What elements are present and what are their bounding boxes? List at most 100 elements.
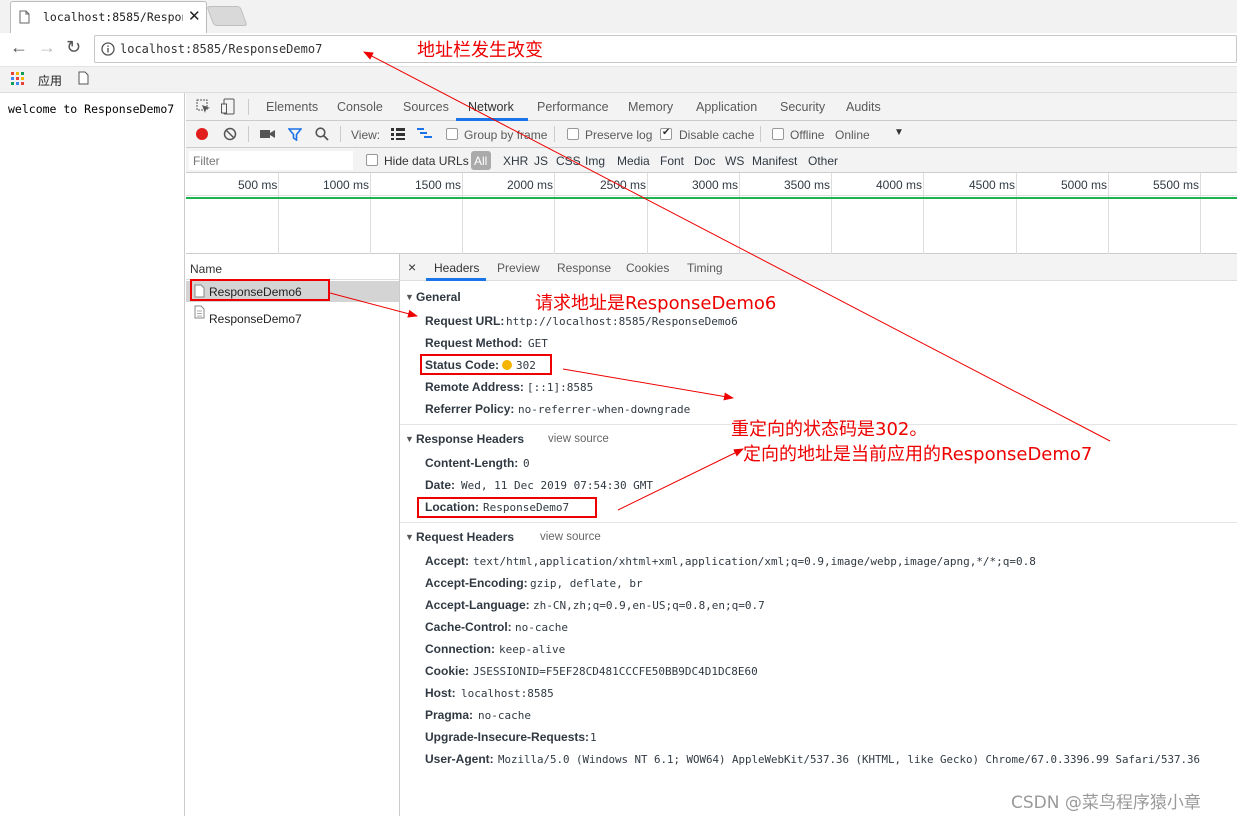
general-section-title[interactable]: General <box>416 290 461 304</box>
divider <box>554 126 555 142</box>
checkmark-icon: ✔ <box>662 127 671 138</box>
tab-response[interactable]: Response <box>557 261 611 275</box>
name-header: Name <box>190 262 223 276</box>
info-icon[interactable] <box>101 42 115 56</box>
tab-memory[interactable]: Memory <box>628 100 673 114</box>
filter-media[interactable]: Media <box>617 154 650 168</box>
tab-elements[interactable]: Elements <box>266 100 318 114</box>
annotation-address-changed: 地址栏发生改变 <box>417 40 543 61</box>
requests-list: Name ResponseDemo6 ResponseDemo7 <box>186 254 400 816</box>
search-icon[interactable] <box>315 127 329 141</box>
forward-arrow-icon[interactable]: → <box>38 37 56 58</box>
hide-data-urls-checkbox[interactable] <box>366 154 378 166</box>
list-item[interactable]: ResponseDemo7 <box>186 302 399 326</box>
view-source-link[interactable]: view source <box>540 531 601 543</box>
camera-icon[interactable] <box>260 128 275 140</box>
filter-img[interactable]: Img <box>585 154 605 168</box>
throttling-select[interactable]: Online <box>835 128 870 142</box>
filter-font[interactable]: Font <box>660 154 684 168</box>
filter-funnel-icon[interactable] <box>288 127 302 141</box>
gridline <box>1108 173 1109 254</box>
detail-tabbar: × Headers Preview Response Cookies Timin… <box>400 254 1237 281</box>
triangle-down-icon[interactable]: ▼ <box>405 434 414 444</box>
timeline-tick: 3500 ms <box>784 178 831 192</box>
gridline <box>647 173 648 254</box>
tab-application[interactable]: Application <box>696 100 757 114</box>
filter-other[interactable]: Other <box>808 154 838 168</box>
waterfall-icon[interactable] <box>417 128 433 140</box>
clear-icon[interactable] <box>223 127 237 141</box>
filter-input[interactable] <box>189 151 353 170</box>
preserve-log-checkbox[interactable] <box>567 128 579 140</box>
triangle-down-icon[interactable]: ▼ <box>405 292 414 302</box>
response-headers-title[interactable]: Response Headers <box>416 432 524 446</box>
header-value: JSESSIONID=F5EF28CD481CCCFE50BB9DC4D1DC8… <box>473 665 758 678</box>
reload-icon[interactable]: ↻ <box>66 37 81 58</box>
document-icon <box>194 305 205 319</box>
filter-xhr[interactable]: XHR <box>503 154 528 168</box>
gridline <box>923 173 924 254</box>
tab-headers[interactable]: Headers <box>434 261 479 275</box>
timeline-tick: 1000 ms <box>323 178 370 192</box>
gridline <box>462 173 463 254</box>
filter-all-label: All <box>474 154 488 168</box>
device-toolbar-icon[interactable] <box>221 98 235 115</box>
filter-manifest[interactable]: Manifest <box>752 154 797 168</box>
header-key: Pragma: <box>425 708 474 722</box>
bookmark-page-icon[interactable] <box>78 71 89 85</box>
timeline-tick: 1500 ms <box>415 178 462 192</box>
tab-security[interactable]: Security <box>780 100 825 114</box>
tab-performance[interactable]: Performance <box>537 100 609 114</box>
header-value: no-cache <box>478 709 531 722</box>
record-icon[interactable] <box>195 127 209 141</box>
header-key: Date: <box>425 478 456 492</box>
chevron-down-icon[interactable]: ▼ <box>894 127 904 138</box>
tab-audits[interactable]: Audits <box>846 100 881 114</box>
filter-doc[interactable]: Doc <box>694 154 715 168</box>
name-header-cell[interactable]: Name <box>186 254 399 280</box>
header-key: Accept-Language: <box>425 598 530 612</box>
filter-ws[interactable]: WS <box>725 154 744 168</box>
tab-cookies[interactable]: Cookies <box>626 261 669 275</box>
close-tab-icon[interactable]: ✕ <box>188 7 201 25</box>
apps-grid-icon[interactable] <box>11 72 25 86</box>
divider <box>248 126 249 142</box>
triangle-down-icon[interactable]: ▼ <box>405 532 414 542</box>
disable-cache-checkbox[interactable]: ✔ <box>660 127 672 140</box>
tab-network[interactable]: Network <box>468 100 514 114</box>
bookmarks-bar <box>0 67 1237 93</box>
new-tab-button[interactable] <box>206 6 248 26</box>
header-key: Cookie: <box>425 664 470 678</box>
filter-all-button[interactable]: All <box>471 151 491 170</box>
address-bar[interactable]: localhost:8585/ResponseDemo7 <box>94 35 1237 63</box>
timeline-tick: 2000 ms <box>507 178 554 192</box>
header-value: [::1]:8585 <box>527 381 594 394</box>
filter-js[interactable]: JS <box>534 154 548 168</box>
devtools-tabbar: Elements Console Sources Network Perform… <box>186 93 1237 121</box>
filter-css[interactable]: CSS <box>556 154 581 168</box>
offline-checkbox[interactable] <box>772 128 784 140</box>
header-value: no-cache <box>515 621 568 634</box>
apps-label[interactable]: 应用 <box>38 72 62 89</box>
back-arrow-icon[interactable]: ← <box>10 37 28 58</box>
tab-sources[interactable]: Sources <box>403 100 449 114</box>
header-key: Content-Length: <box>425 456 519 470</box>
request-headers-title[interactable]: Request Headers <box>416 530 514 544</box>
header-key: Referrer Policy: <box>425 402 515 416</box>
view-source-link[interactable]: view source <box>548 433 609 445</box>
divider <box>248 99 249 115</box>
divider <box>760 126 761 142</box>
browser-tab[interactable]: localhost:8585/Respons ✕ <box>10 1 207 33</box>
timeline-overview[interactable]: 500 ms 1000 ms 1500 ms 2000 ms 2500 ms 3… <box>186 173 1237 254</box>
timeline-tick: 5500 ms <box>1153 178 1200 192</box>
tab-console[interactable]: Console <box>337 100 383 114</box>
annotation-box <box>190 279 330 301</box>
inspect-element-icon[interactable] <box>196 99 211 114</box>
timeline-tick: 2500 ms <box>600 178 647 192</box>
tab-timing[interactable]: Timing <box>687 261 723 275</box>
annotation-request-url: 请求地址是ResponseDemo6 <box>535 293 777 314</box>
large-rows-icon[interactable] <box>391 128 405 140</box>
tab-preview[interactable]: Preview <box>497 261 540 275</box>
group-by-frame-checkbox[interactable] <box>446 128 458 140</box>
close-icon[interactable]: × <box>408 259 416 275</box>
